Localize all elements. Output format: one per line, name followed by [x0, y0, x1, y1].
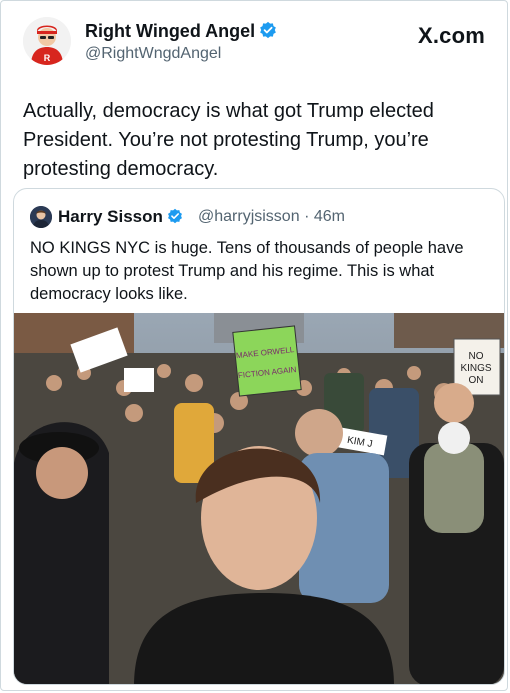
- tweet-card: R Right Winged Angel @RightWngdAngel X.c…: [0, 0, 508, 691]
- svg-text:R: R: [44, 53, 51, 63]
- tweet-text: Actually, democracy is what got Trump el…: [23, 100, 434, 180]
- svg-text:NO: NO: [469, 351, 484, 362]
- svg-text:KINGS: KINGS: [460, 363, 491, 374]
- brand-logo-text: X.com: [417, 23, 485, 48]
- quote-author-avatar[interactable]: [30, 206, 52, 228]
- protest-photo[interactable]: MAKE ORWELL FICTION AGAIN NO KINGS ON KI…: [14, 313, 505, 685]
- author-handle[interactable]: @RightWngdAngel: [85, 45, 221, 63]
- quote-meta: @harryjsisson · 46m: [198, 208, 345, 226]
- quote-avatar-illustration: [30, 206, 52, 228]
- quoted-tweet[interactable]: Harry Sisson @harryjsisson · 46m NO KING…: [13, 188, 505, 685]
- meta-separator: ·: [304, 208, 310, 225]
- author-avatar[interactable]: R: [23, 17, 71, 65]
- quote-text: NO KINGS NYC is huge. Tens of thousands …: [30, 239, 464, 303]
- person-bald-man: [295, 409, 343, 457]
- sign-make-orwell-fiction-again: [232, 325, 302, 397]
- author-name[interactable]: Right Winged Angel: [85, 21, 277, 42]
- quote-author-name[interactable]: Harry Sisson: [58, 207, 183, 227]
- author-name-text: Right Winged Angel: [85, 21, 256, 41]
- quote-verified-badge-icon: [167, 208, 182, 224]
- quote-author-handle[interactable]: @harryjsisson: [198, 208, 300, 225]
- svg-text:ON: ON: [469, 375, 484, 386]
- sign-star: [124, 368, 154, 392]
- avatar-illustration: R: [23, 17, 71, 65]
- quote-timestamp[interactable]: 46m: [314, 208, 345, 225]
- quote-author-name-text: Harry Sisson: [58, 207, 163, 226]
- verified-badge-icon: [260, 21, 277, 39]
